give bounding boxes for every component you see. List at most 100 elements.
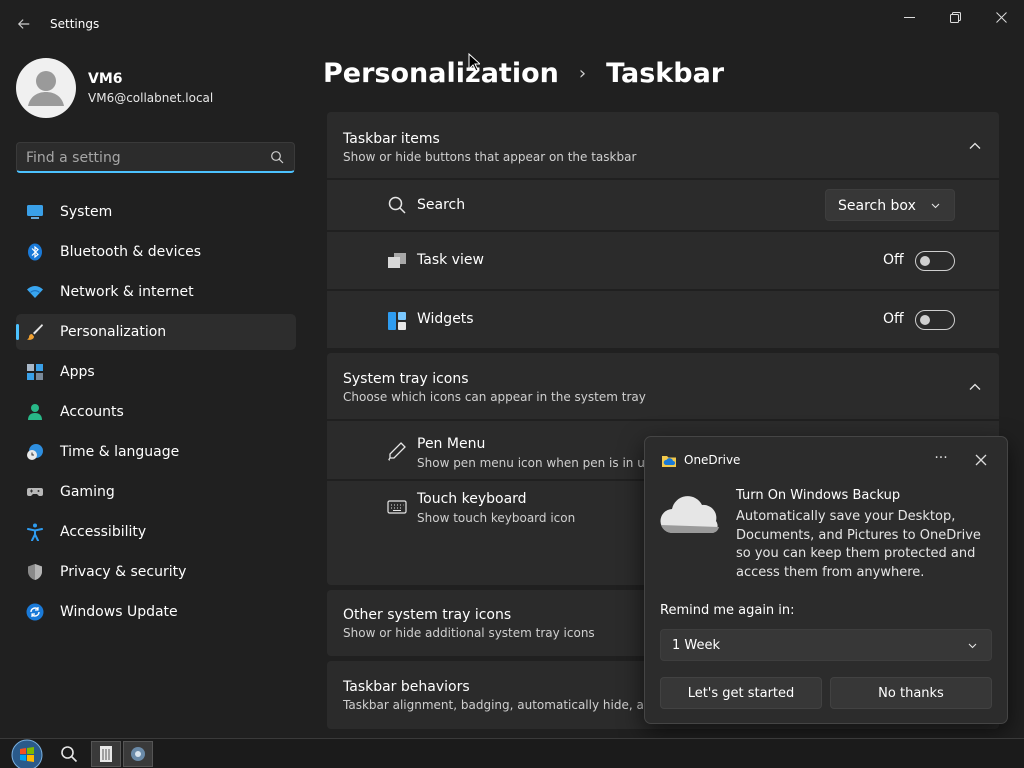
cloud-icon [660,496,719,534]
profile-email: VM6@collabnet.local [88,91,214,105]
close-icon[interactable] [971,450,991,470]
sidebar-item-privacy[interactable]: Privacy & security [16,554,296,590]
sidebar-item-personalization[interactable]: Personalization [16,314,296,350]
search-mode-dropdown[interactable]: Search box [825,189,955,221]
close-button[interactable] [978,6,1024,28]
dropdown-value: Search box [838,198,916,214]
sidebar-item-label: Personalization [60,324,167,340]
breadcrumb: Personalization › Taskbar [323,58,724,89]
sidebar-item-label: Network & internet [60,284,194,300]
bluetooth-icon [28,243,42,261]
toggle-state: Off [883,252,904,268]
sidebar-item-accessibility[interactable]: Accessibility [16,514,296,550]
section-title: Taskbar behaviors [343,679,470,695]
restore-button[interactable] [932,6,978,28]
widgets-icon [388,312,406,330]
settings-search[interactable] [16,142,295,173]
section-title: Other system tray icons [343,607,512,623]
onedrive-folder-icon [662,456,676,467]
taskbar-items-section: Taskbar items Show or hide buttons that … [327,112,999,348]
minimize-button[interactable] [886,6,932,28]
setting-description: Show pen menu icon when pen is in use [417,456,659,470]
section-title: Taskbar items [343,131,440,147]
search-input[interactable] [26,148,261,168]
sidebar-item-system[interactable]: System [16,194,296,230]
breadcrumb-parent[interactable]: Personalization [323,58,559,89]
task-view-icon [388,253,406,268]
mouse-cursor-icon [468,53,480,72]
globe-clock-icon [27,444,43,460]
setting-label: Search [417,197,466,213]
sidebar-item-accounts[interactable]: Accounts [16,394,296,430]
person-icon [28,404,42,420]
update-icon [26,603,44,621]
more-options-button[interactable]: ··· [931,451,951,469]
setting-label: Pen Menu [417,436,486,452]
search-icon [388,196,406,214]
wifi-icon [27,286,43,298]
breadcrumb-separator: › [578,63,587,84]
setting-description: Show touch keyboard icon [417,511,576,525]
notification-heading: Turn On Windows Backup [736,488,901,503]
keyboard-icon [387,500,407,514]
system-tray-header[interactable]: System tray icons Choose which icons can… [327,353,999,421]
apps-icon [27,364,43,380]
task-view-toggle[interactable] [915,251,955,271]
widgets-toggle[interactable] [915,310,955,330]
taskbar-items-header[interactable]: Taskbar items Show or hide buttons that … [327,112,999,180]
windows-taskbar [0,738,1024,768]
accessibility-icon [27,523,43,541]
start-orb-icon[interactable] [10,738,44,768]
sidebar-item-bluetooth[interactable]: Bluetooth & devices [16,234,296,270]
gamepad-icon [27,488,43,496]
taskbar-app-settings[interactable] [123,741,153,767]
sidebar-item-label: Time & language [60,444,180,460]
setting-label: Widgets [417,311,474,327]
back-button[interactable] [14,14,34,34]
sidebar-item-label: Windows Update [60,604,178,620]
toggle-state: Off [883,311,904,327]
sidebar-item-time-language[interactable]: Time & language [16,434,296,470]
taskbar-app-file-explorer[interactable] [91,741,121,767]
notification-app-name: OneDrive [684,453,741,467]
sidebar-item-label: Apps [60,364,95,380]
sidebar-item-label: Accounts [60,404,124,420]
sidebar-item-network[interactable]: Network & internet [16,274,296,310]
no-thanks-button[interactable]: No thanks [830,677,992,709]
page-title: Taskbar [606,58,725,89]
remind-interval-dropdown[interactable]: 1 Week [660,629,992,661]
section-subtitle: Show or hide additional system tray icon… [343,626,595,640]
taskbar-search-icon[interactable] [60,745,78,763]
setting-label: Touch keyboard [417,491,527,507]
widgets-setting-row: Widgets Off [327,289,999,348]
sidebar-item-windows-update[interactable]: Windows Update [16,594,296,630]
close-icon [995,11,1007,23]
minimize-icon [903,16,915,18]
sidebar-item-gaming[interactable]: Gaming [16,474,296,510]
dropdown-value: 1 Week [672,638,721,653]
chevron-down-icon [968,643,977,649]
system-icon [27,205,43,219]
chevron-up-icon[interactable] [969,381,981,393]
sidebar-nav: System Bluetooth & devices Network & int… [16,194,296,634]
section-title: System tray icons [343,371,469,387]
sidebar-item-label: System [60,204,113,220]
search-setting-row: Search Search box [327,178,999,230]
section-subtitle: Show or hide buttons that appear on the … [343,150,637,164]
shield-icon [28,564,42,580]
settings-gear-icon [131,747,145,761]
sidebar-item-apps[interactable]: Apps [16,354,296,390]
search-icon[interactable] [270,150,284,164]
back-arrow-icon [17,19,30,29]
title-bar: Settings [0,0,1024,48]
chevron-down-icon [931,203,940,209]
person-avatar-icon [28,71,64,106]
onedrive-notification: OneDrive ··· Turn On Windows Backup Auto… [644,436,1008,724]
chevron-up-icon[interactable] [969,140,981,152]
section-subtitle: Choose which icons can appear in the sys… [343,390,646,404]
sidebar-item-label: Gaming [60,484,115,500]
task-view-setting-row: Task view Off [327,230,999,289]
sidebar-item-label: Accessibility [60,524,147,540]
app-title: Settings [50,17,100,31]
get-started-button[interactable]: Let's get started [660,677,822,709]
